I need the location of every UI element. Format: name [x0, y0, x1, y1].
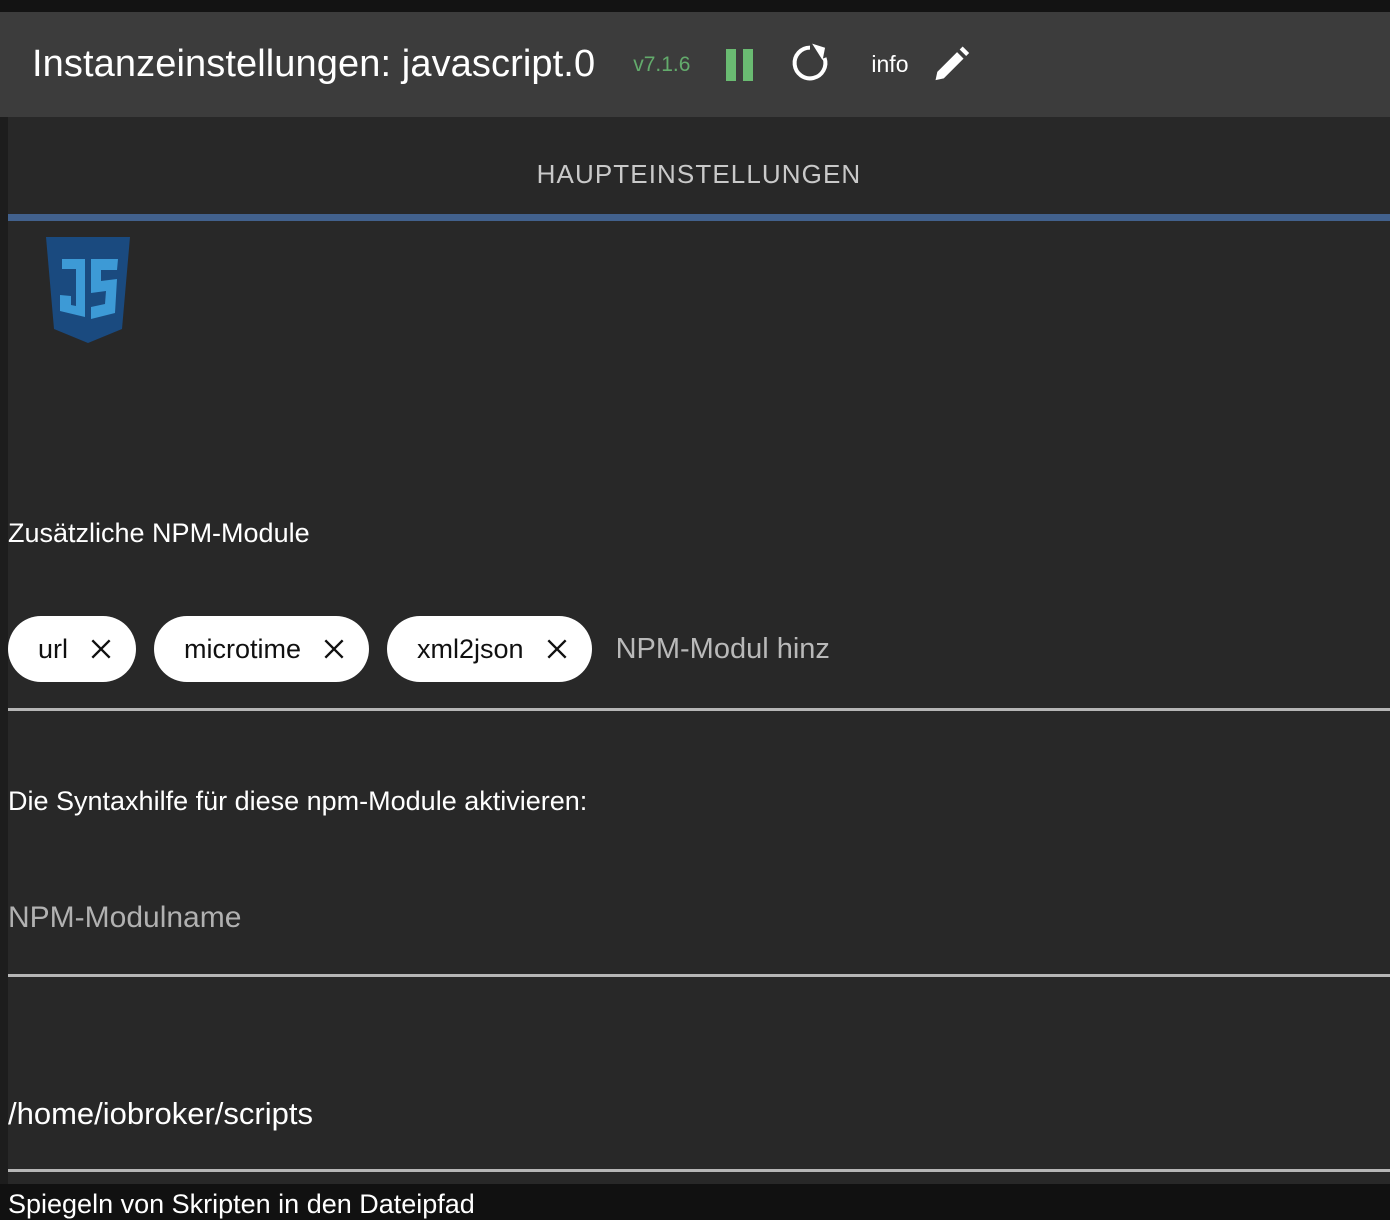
- window-header: Instanzeinstellungen: javascript.0 v7.1.…: [0, 12, 1390, 117]
- tab-active-indicator: [8, 214, 1390, 221]
- syntax-help-input-placeholder: NPM-Modulname: [8, 901, 242, 934]
- javascript-logo: [38, 237, 138, 349]
- chip-label: url: [38, 633, 69, 664]
- refresh-icon: [789, 42, 831, 88]
- mirror-scripts-helper-label: Spiegeln von Skripten in den Dateipfad: [8, 1189, 475, 1219]
- npm-module-chip[interactable]: microtime: [154, 616, 370, 682]
- npm-modules-chip-list: url microtime xml2json NPM-Modul hinz: [8, 616, 830, 682]
- pencil-icon: [931, 42, 973, 88]
- npm-module-chip[interactable]: xml2json: [387, 616, 592, 682]
- chip-label: xml2json: [417, 633, 524, 664]
- script-path-input[interactable]: /home/iobroker/scripts: [8, 1096, 313, 1132]
- npm-module-chip[interactable]: url: [8, 616, 137, 682]
- left-edge-rail: [0, 117, 8, 1184]
- instance-settings-window: Instanzeinstellungen: javascript.0 v7.1.…: [0, 0, 1390, 1219]
- window-top-strip: [0, 0, 1390, 12]
- npm-module-add-input[interactable]: NPM-Modul hinz: [616, 633, 830, 666]
- close-icon[interactable]: [544, 636, 570, 662]
- info-button[interactable]: info: [871, 51, 908, 78]
- close-icon[interactable]: [88, 636, 114, 662]
- restart-button[interactable]: [789, 41, 831, 89]
- adapter-version-badge: v7.1.6: [633, 52, 691, 76]
- pause-icon: [726, 48, 754, 81]
- page-title: Instanzeinstellungen: javascript.0: [32, 43, 596, 85]
- tab-haupteinstellungen[interactable]: HAUPTEINSTELLUNGEN: [8, 159, 1390, 190]
- tab-bar: HAUPTEINSTELLUNGEN: [8, 117, 1390, 221]
- edit-button[interactable]: [931, 41, 973, 89]
- npm-modules-label: Zusätzliche NPM-Module: [8, 518, 310, 548]
- field-divider: [8, 1169, 1390, 1172]
- field-divider: [8, 974, 1390, 977]
- chip-label: microtime: [184, 633, 302, 664]
- close-icon[interactable]: [321, 636, 347, 662]
- settings-content: HAUPTEINSTELLUNGEN Zusätzliche NPM-Modul…: [8, 117, 1390, 1219]
- field-divider: [8, 708, 1390, 711]
- pause-button[interactable]: [726, 41, 754, 89]
- syntax-help-input[interactable]: NPM-Modulname: [8, 901, 296, 935]
- syntax-help-label: Die Syntaxhilfe für diese npm-Module akt…: [8, 786, 588, 816]
